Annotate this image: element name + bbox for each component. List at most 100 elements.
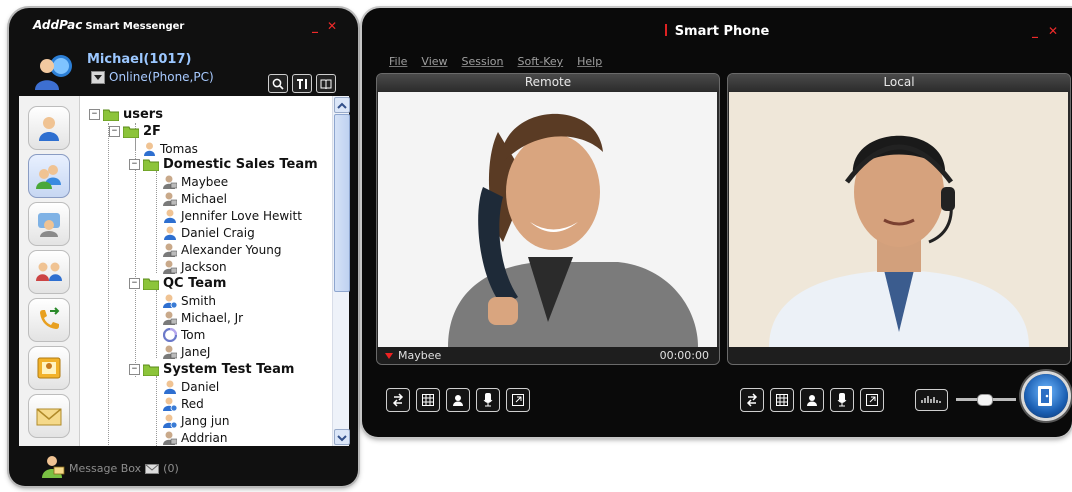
keypad-button[interactable] [416, 388, 440, 412]
call-timer: 00:00:00 [659, 349, 709, 362]
scroll-down-button[interactable] [334, 429, 350, 445]
exit-door-icon [1038, 386, 1052, 406]
scroll-thumb[interactable] [334, 114, 350, 292]
call-indicator-icon [385, 353, 393, 359]
id-card-icon [37, 357, 61, 379]
volume-slider-knob[interactable] [976, 394, 993, 406]
chevron-down-icon [91, 70, 105, 84]
keypad-icon [422, 394, 434, 406]
tree-group[interactable]: − System Test Team [129, 361, 294, 378]
sidebar-item-directory[interactable] [28, 346, 70, 390]
close-button[interactable]: ✕ [1048, 24, 1058, 38]
contact-item[interactable]: Michael, Jr [163, 309, 243, 326]
book-icon [320, 79, 332, 89]
smart-phone-window: Smart Phone _ ✕ File View Session Soft-K… [362, 8, 1072, 437]
menu-file[interactable]: File [389, 55, 407, 68]
contact-item[interactable]: Maybee [163, 173, 228, 190]
folder-icon [123, 126, 139, 138]
tree-root[interactable]: − users [89, 106, 163, 123]
settings-button[interactable] [292, 74, 312, 93]
contact-button[interactable] [800, 388, 824, 412]
sidebar-item-profile[interactable] [28, 106, 70, 150]
menu-soft-key[interactable]: Soft-Key [518, 55, 564, 68]
caller-name: Maybee [398, 349, 442, 362]
tree-scrollbar[interactable] [332, 96, 350, 446]
contact-item[interactable]: Michael [163, 190, 227, 207]
contact-item[interactable]: Jennifer Love Hewitt [163, 207, 302, 224]
message-box-link[interactable]: Message Box (0) [69, 462, 179, 475]
menu-help[interactable]: Help [577, 55, 602, 68]
user-avatar-icon [35, 55, 72, 90]
transfer-button[interactable] [386, 388, 410, 412]
message-box-icon[interactable] [39, 454, 65, 478]
expand-button[interactable] [506, 388, 530, 412]
sidebar-item-conference[interactable] [28, 250, 70, 294]
offline-user-icon [163, 431, 177, 445]
remote-video [378, 92, 717, 347]
contact-item[interactable]: Tomas [143, 140, 198, 157]
folder-icon [103, 109, 119, 121]
contact-item[interactable]: Smith [163, 292, 216, 309]
menu-view[interactable]: View [421, 55, 447, 68]
offline-user-icon [163, 311, 177, 325]
contact-item[interactable]: Daniel [163, 378, 219, 395]
expand-icon [866, 394, 878, 406]
volume-slider[interactable] [956, 394, 1016, 406]
person-icon [39, 117, 59, 141]
tree-line [108, 123, 109, 446]
scroll-up-button[interactable] [334, 97, 350, 113]
tree-group[interactable]: − Domestic Sales Team [129, 156, 318, 173]
swap-icon [392, 393, 404, 407]
mic-button[interactable] [830, 388, 854, 412]
tree-group[interactable]: − QC Team [129, 275, 226, 292]
sidebar-item-call-forward[interactable] [28, 298, 70, 342]
panel-label: Remote [377, 74, 719, 91]
collapse-icon[interactable]: − [129, 159, 140, 170]
microphone-icon [837, 393, 847, 407]
contact-item[interactable]: Tom [163, 326, 205, 343]
keypad-button[interactable] [770, 388, 794, 412]
messenger-titlebar[interactable]: AddPac Smart Messenger _ ✕ [9, 8, 358, 44]
contact-item[interactable]: Alexander Young [163, 241, 281, 258]
search-icon [272, 78, 284, 90]
hang-up-button[interactable] [1024, 374, 1068, 418]
close-button[interactable]: ✕ [327, 19, 337, 33]
folder-icon [143, 159, 159, 171]
contact-item[interactable]: Jackson [163, 258, 227, 275]
search-button[interactable] [268, 74, 288, 93]
menu-session[interactable]: Session [462, 55, 504, 68]
offline-user-icon [163, 175, 177, 189]
minimize-button[interactable]: _ [312, 19, 318, 33]
collapse-icon[interactable]: − [89, 109, 100, 120]
contact-item[interactable]: Jang jun [163, 412, 229, 429]
tree-line [156, 290, 157, 358]
contact-tree[interactable]: − users − 2F Tomas − Domestic Sales Team… [85, 96, 333, 446]
mic-button[interactable] [476, 388, 500, 412]
online-user-icon [144, 142, 155, 156]
transfer-button[interactable] [740, 388, 764, 412]
tree-folder-2f[interactable]: − 2F [109, 123, 161, 140]
address-book-button[interactable] [316, 74, 336, 93]
expand-icon [512, 394, 524, 406]
status-dropdown[interactable]: Online(Phone,PC) [91, 70, 214, 84]
contact-item[interactable]: Addrian [163, 429, 227, 446]
minimize-button[interactable]: _ [1032, 24, 1038, 38]
contact-button[interactable] [446, 388, 470, 412]
contact-item[interactable]: Daniel Craig [163, 224, 255, 241]
sidebar-item-contacts[interactable] [28, 154, 70, 198]
collapse-icon[interactable]: − [129, 278, 140, 289]
sidebar-item-chat[interactable] [28, 202, 70, 246]
contact-item[interactable]: Red [163, 395, 204, 412]
collapse-icon[interactable]: − [129, 364, 140, 375]
contact-item[interactable]: JaneJ [163, 343, 210, 360]
collapse-icon[interactable]: − [109, 126, 120, 137]
sidebar-item-mail[interactable] [28, 394, 70, 438]
person-icon [453, 395, 463, 406]
menu-bar: File View Session Soft-Key Help [389, 55, 602, 68]
volume-button[interactable] [915, 389, 948, 411]
local-video [729, 92, 1068, 347]
volume-level-icon [921, 396, 941, 403]
tree-line [156, 376, 157, 446]
keypad-icon [776, 394, 788, 406]
expand-button[interactable] [860, 388, 884, 412]
